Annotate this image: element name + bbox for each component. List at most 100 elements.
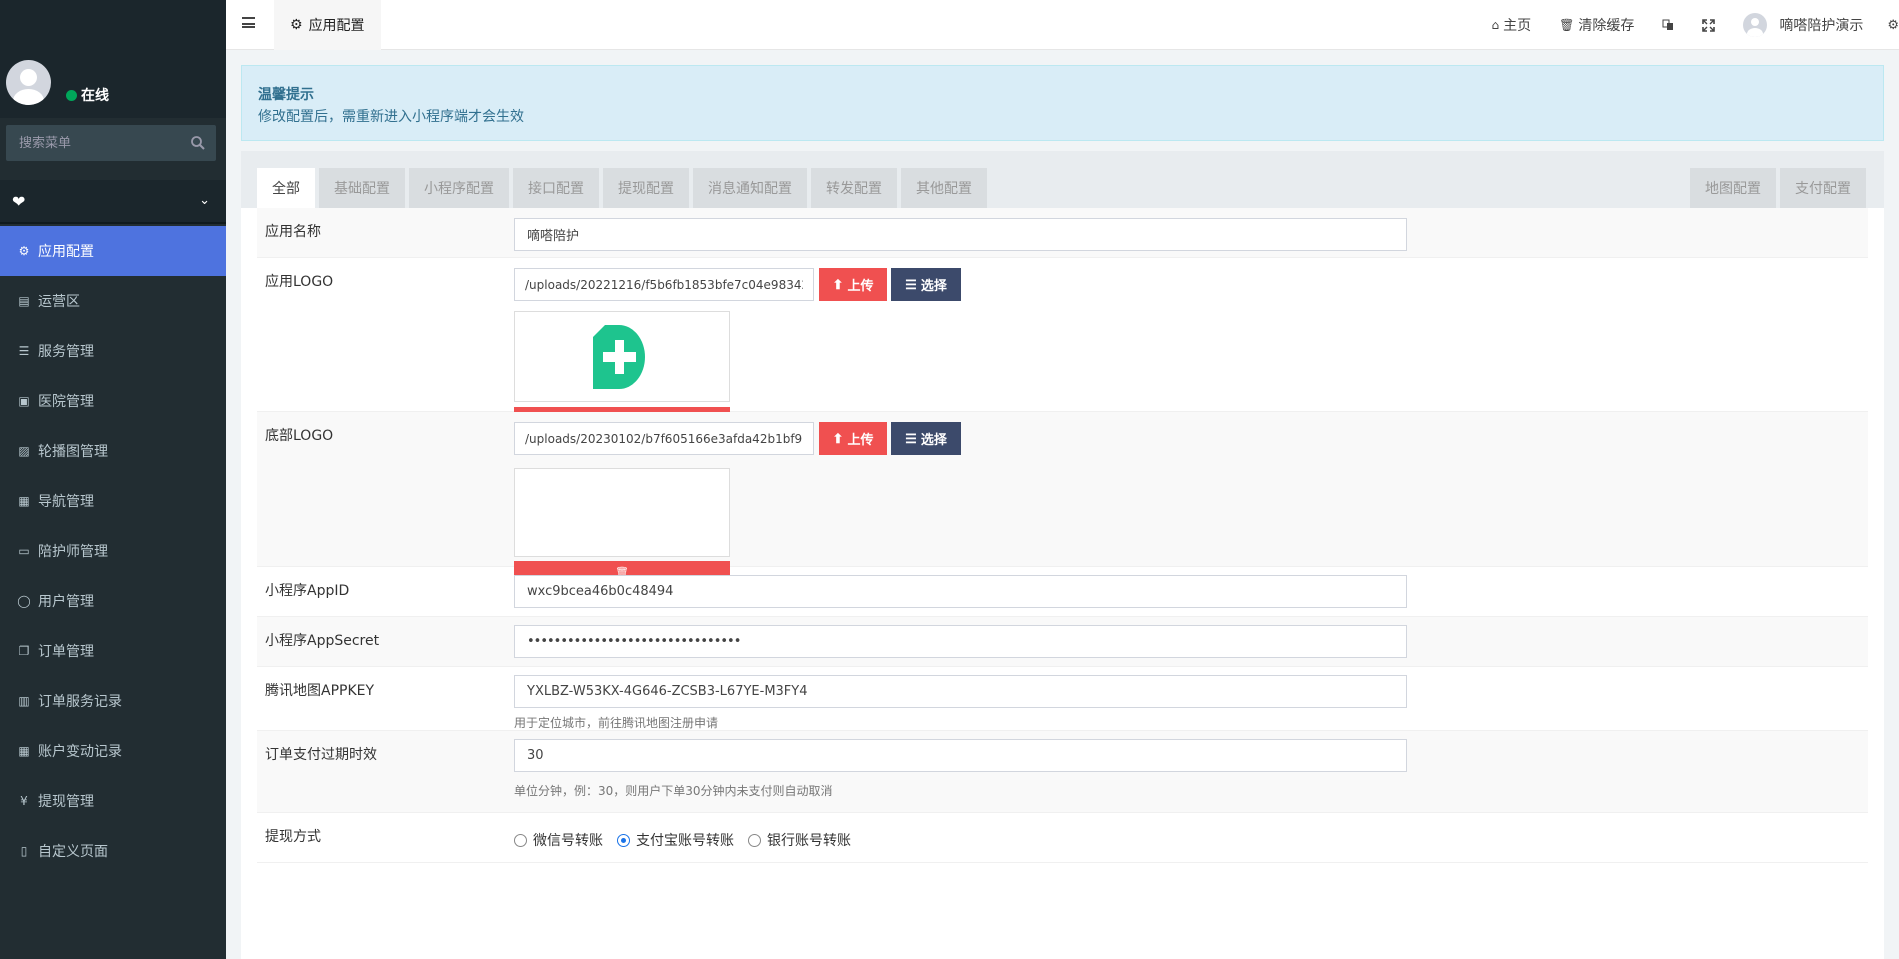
- withdraw-radio-group: 微信号转账 支付宝账号转账 银行账号转账: [514, 830, 851, 850]
- clear-cache-button[interactable]: 🗑 清除缓存: [1545, 15, 1648, 35]
- appsecret-input[interactable]: [514, 625, 1407, 658]
- grid-icon: ▦: [18, 494, 30, 508]
- sidebar-item-label: 医院管理: [38, 394, 94, 410]
- app-name-input[interactable]: [514, 218, 1407, 251]
- alert-title: 温馨提示: [258, 87, 314, 103]
- row-app-name: 应用名称: [257, 208, 1868, 258]
- config-tab[interactable]: 接口配置: [513, 168, 599, 208]
- app-logo-preview: [514, 311, 730, 402]
- fullscreen-button[interactable]: [1688, 18, 1729, 32]
- menu-group-toggle[interactable]: ❤ ⌄: [0, 180, 226, 224]
- list-icon: ☰: [18, 344, 30, 358]
- user-panel: 在线: [0, 0, 226, 118]
- user-icon: ◯: [17, 594, 31, 608]
- sidebar-item[interactable]: ▤ 运营区: [0, 276, 226, 326]
- app-logo-upload-button[interactable]: ⬆ 上传: [819, 268, 887, 301]
- sidebar-item-label: 订单服务记录: [38, 694, 122, 710]
- row-appid: 小程序AppID: [257, 567, 1868, 617]
- gear-icon: ⚙: [18, 244, 30, 258]
- bottom-logo-select-button[interactable]: ☰ 选择: [891, 422, 961, 455]
- topbar: ⚙ 应用配置 ⌂ 主页 🗑 清除缓存 嘀嗒陪护演示 ⚙: [226, 0, 1899, 50]
- bottom-logo-upload-button[interactable]: ⬆ 上传: [819, 422, 887, 455]
- sidebar-item[interactable]: ▣ 医院管理: [0, 376, 226, 426]
- home-link[interactable]: ⌂ 主页: [1477, 15, 1545, 35]
- sidebar-item[interactable]: ¥ 提现管理: [0, 776, 226, 826]
- settings-button[interactable]: ⚙: [1877, 18, 1899, 33]
- sidebar-item-label: 自定义页面: [38, 844, 108, 860]
- appid-input[interactable]: [514, 575, 1407, 608]
- bottom-logo-path-input[interactable]: [514, 422, 814, 455]
- online-status: 在线: [66, 85, 109, 105]
- tabs-right: 地图配置 支付配置: [1690, 168, 1866, 208]
- sidebar-item[interactable]: ▦ 导航管理: [0, 476, 226, 526]
- row-appsecret: 小程序AppSecret: [257, 617, 1868, 667]
- file-icon: ▯: [20, 844, 28, 858]
- topbar-actions: ⌂ 主页 🗑 清除缓存 嘀嗒陪护演示 ⚙: [1477, 0, 1899, 50]
- status-text: 在线: [81, 88, 109, 104]
- sidebar-item[interactable]: ▥ 订单服务记录: [0, 676, 226, 726]
- sidebar-item-label: 应用配置: [38, 244, 94, 260]
- search-icon[interactable]: [190, 135, 206, 151]
- radio-icon[interactable]: [748, 833, 761, 847]
- sidebar-item-label: 运营区: [38, 294, 80, 310]
- withdraw-option[interactable]: 支付宝账号转账: [617, 830, 734, 850]
- translate-button[interactable]: [1648, 19, 1688, 31]
- expand-icon: [1702, 18, 1716, 32]
- app-logo-label: 应用LOGO: [265, 274, 334, 290]
- sidebar-item[interactable]: ❐ 订单管理: [0, 626, 226, 676]
- config-tab[interactable]: 全部: [257, 168, 315, 208]
- row-app-logo: 应用LOGO ⬆ 上传 ☰ 选择 🗑: [257, 258, 1868, 429]
- withdraw-option[interactable]: 微信号转账: [514, 830, 603, 850]
- withdraw-option-label: 微信号转账: [533, 833, 603, 849]
- radio-icon[interactable]: [617, 833, 630, 847]
- pay-expire-input[interactable]: [514, 739, 1407, 772]
- sidebar-item[interactable]: ▨ 轮播图管理: [0, 426, 226, 476]
- save-icon: ▥: [18, 694, 30, 708]
- tab-app-config[interactable]: ⚙ 应用配置: [274, 0, 381, 50]
- gear-icon: ⚙: [290, 17, 303, 33]
- config-tab[interactable]: 转发配置: [811, 168, 897, 208]
- config-tab[interactable]: 基础配置: [319, 168, 405, 208]
- user-menu[interactable]: 嘀嗒陪护演示: [1729, 13, 1877, 37]
- select-label: 选择: [920, 432, 947, 447]
- tip-alert: 温馨提示 修改配置后，需重新进入小程序端才会生效: [241, 65, 1884, 141]
- config-tab[interactable]: 小程序配置: [409, 168, 509, 208]
- copy-icon: ❐: [18, 644, 30, 658]
- id-card-icon: ▭: [18, 544, 30, 558]
- sidebar-item[interactable]: ⚙ 应用配置: [0, 226, 226, 276]
- menu-toggle-icon[interactable]: [242, 17, 255, 28]
- clipboard-icon: ▣: [18, 394, 30, 408]
- pay-expire-help: 单位分钟，例：30，则用户下单30分钟内未支付则自动取消: [514, 784, 833, 798]
- yen-icon: ¥: [20, 794, 28, 808]
- calendar-icon: ▦: [18, 744, 30, 758]
- withdraw-option[interactable]: 银行账号转账: [748, 830, 851, 850]
- sidebar-item[interactable]: ▯ 自定义页面: [0, 826, 226, 876]
- config-tab[interactable]: 其他配置: [901, 168, 987, 208]
- config-panel: 全部 基础配置 小程序配置 接口配置 提现配置 消息通知配置 转发配置 其他配置 地图配置 支付…: [241, 151, 1884, 959]
- app-logo-select-button[interactable]: ☰ 选择: [891, 268, 961, 301]
- appid-label: 小程序AppID: [265, 583, 350, 599]
- config-tab[interactable]: 消息通知配置: [693, 168, 807, 208]
- alert-text: 修改配置后，需重新进入小程序端才会生效: [258, 109, 524, 125]
- sidebar-item-label: 订单管理: [38, 644, 94, 660]
- config-tab[interactable]: 支付配置: [1780, 168, 1866, 208]
- row-pay-expire: 订单支付过期时效 单位分钟，例：30，则用户下单30分钟内未支付则自动取消: [257, 731, 1868, 813]
- sidebar-item[interactable]: ▦ 账户变动记录: [0, 726, 226, 776]
- sidebar-item[interactable]: ▭ 陪护师管理: [0, 526, 226, 576]
- menu-search-input[interactable]: [6, 125, 186, 161]
- app-logo-path-input[interactable]: [514, 268, 814, 301]
- sidebar-item[interactable]: ◯ 用户管理: [0, 576, 226, 626]
- map-key-help: 用于定位城市，前往腾讯地图注册申请: [514, 716, 719, 730]
- sidebar-item-label: 导航管理: [38, 494, 94, 510]
- config-tab[interactable]: 地图配置: [1690, 168, 1776, 208]
- username: 嘀嗒陪护演示: [1779, 18, 1864, 34]
- upload-label: 上传: [847, 432, 874, 447]
- upload-icon: ⬆: [832, 430, 844, 446]
- appsecret-label: 小程序AppSecret: [265, 633, 380, 649]
- map-key-input[interactable]: [514, 675, 1407, 708]
- main-content: 温馨提示 修改配置后，需重新进入小程序端才会生效 全部 基础配置 小程序配置 接口配置…: [226, 50, 1899, 959]
- radio-icon[interactable]: [514, 833, 527, 847]
- status-dot-icon: [66, 89, 77, 101]
- config-tab[interactable]: 提现配置: [603, 168, 689, 208]
- sidebar-item[interactable]: ☰ 服务管理: [0, 326, 226, 376]
